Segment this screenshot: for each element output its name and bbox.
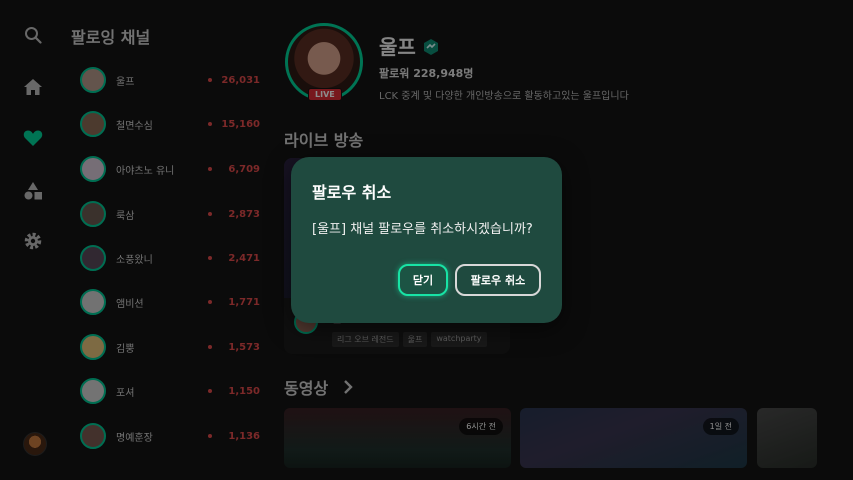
dialog-message: [울프] 채널 팔로우를 취소하시겠습니까? (312, 222, 533, 237)
unfollow-button[interactable]: 팔로우 취소 (455, 264, 541, 296)
close-button[interactable]: 닫기 (398, 264, 448, 296)
dialog-title: 팔로우 취소 (312, 183, 392, 202)
unfollow-dialog: 팔로우 취소 [울프] 채널 팔로우를 취소하시겠습니까? 닫기 팔로우 취소 (291, 157, 562, 323)
